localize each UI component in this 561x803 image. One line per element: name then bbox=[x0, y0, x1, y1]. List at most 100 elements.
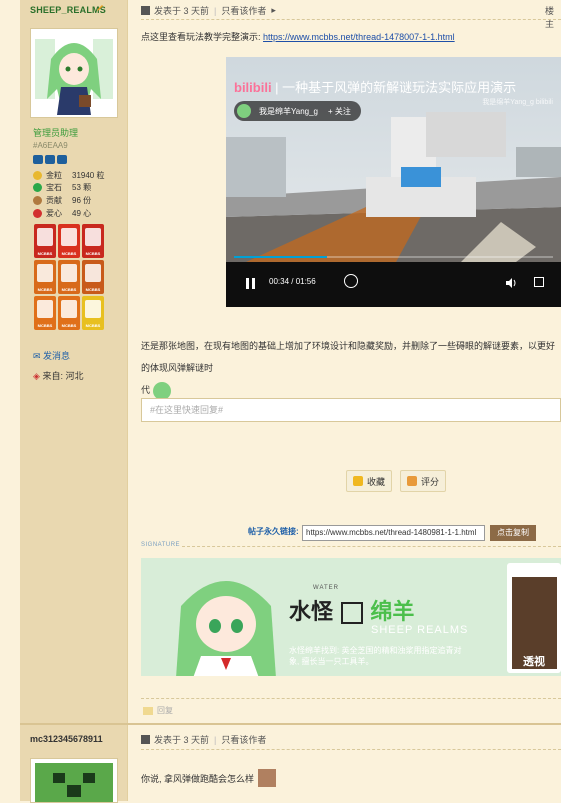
post-time-2: 发表于 3 天前 bbox=[154, 735, 210, 745]
triangle-right-icon[interactable]: ▸ bbox=[271, 5, 276, 16]
author-sidebar bbox=[20, 0, 127, 801]
rank-star-icon bbox=[33, 155, 43, 164]
medal-badge[interactable]: MCBBS bbox=[82, 296, 104, 330]
medal-badge[interactable]: MCBBS bbox=[82, 260, 104, 294]
gem-icon bbox=[33, 183, 42, 193]
medal-icon bbox=[37, 264, 53, 282]
sheep-mascot-image bbox=[176, 581, 276, 676]
medal-badge[interactable]: MCBBS bbox=[58, 260, 80, 294]
signature-label: SIGNATURE bbox=[141, 542, 181, 548]
post-author-icon bbox=[141, 735, 150, 744]
author-username[interactable]: SHEEP_REALMS bbox=[30, 5, 106, 15]
user-stats: 金粒 31940 粒 宝石 53 颗 贡献 96 份 爱心 49 心 bbox=[33, 169, 104, 219]
contribution-icon bbox=[33, 195, 42, 205]
permalink-label: 帖子永久链接: bbox=[248, 527, 299, 536]
video-title: 一种基于风弹的新解谜玩法实际应用演示 bbox=[282, 80, 517, 95]
medal-badge[interactable]: MCBBS bbox=[34, 224, 56, 258]
post-actions: 收藏 评分 bbox=[346, 470, 447, 492]
banner-side-card: 透视 bbox=[507, 563, 561, 673]
medal-icon bbox=[85, 228, 101, 246]
stat-value[interactable]: 96 份 bbox=[72, 195, 91, 206]
stat-row: 金粒 31940 粒 bbox=[33, 169, 104, 182]
rate-button[interactable]: 评分 bbox=[400, 470, 447, 492]
thumb-icon bbox=[407, 476, 418, 486]
post-body-line: 还是那张地图，在现有地图的基础上增加了环境设计和隐藏奖励，并删除了一些碍眼的解谜… bbox=[141, 341, 556, 373]
intro-link[interactable]: https://www.mcbbs.net/thread-1478007-1-1… bbox=[263, 32, 455, 42]
stat-row: 爱心 49 心 bbox=[33, 207, 104, 220]
post-time: 发表于 3 天前 bbox=[154, 6, 210, 16]
user-color-code: #A6EAA9 bbox=[33, 141, 68, 150]
location-text: 来自: 河北 bbox=[42, 371, 84, 381]
user-role: 管理员助理 bbox=[33, 128, 79, 138]
medal-icon bbox=[61, 300, 77, 318]
pencil-icon bbox=[97, 5, 103, 11]
medal-icon bbox=[61, 228, 77, 246]
stat-value[interactable]: 49 心 bbox=[72, 208, 91, 219]
author-username-2[interactable]: mc312345678911 bbox=[30, 734, 103, 744]
send-message-link[interactable]: ✉ 发消息 bbox=[33, 349, 70, 362]
author-avatar-2[interactable] bbox=[30, 758, 118, 803]
medal-badge[interactable]: MCBBS bbox=[58, 296, 80, 330]
intro-line: 点这里查看玩法教学完整演示: https://www.mcbbs.net/thr… bbox=[141, 30, 455, 43]
banner-description: 水怪绵羊找到: 英全芝国的精和浊浆用指定追青对象, 擅长当一只工具羊。 bbox=[289, 646, 462, 666]
reply-icon bbox=[143, 706, 153, 715]
only-author-link-2[interactable]: 只看该作者 bbox=[221, 733, 266, 746]
reply-link[interactable]: 回复 bbox=[143, 705, 173, 716]
signature-banner[interactable]: WATER 水怪 绵羊 SHEEP REALMS 水怪绵羊找到: 英全芝国的精和… bbox=[141, 558, 561, 676]
stat-label: 宝石 bbox=[46, 183, 62, 193]
send-message-label: 发消息 bbox=[43, 351, 71, 361]
uploader-chip[interactable]: 我是绵羊Yang_g + 关注 bbox=[234, 101, 361, 121]
permalink-field[interactable]: https://www.mcbbs.net/thread-1480981-1-1… bbox=[302, 525, 485, 541]
uploader-name: 我是绵羊Yang_g bbox=[259, 106, 318, 116]
post-separator bbox=[20, 723, 561, 725]
medal-badge[interactable]: MCBBS bbox=[82, 224, 104, 258]
stat-value[interactable]: 31940 粒 bbox=[72, 170, 104, 181]
player-face-emoji-icon bbox=[258, 769, 277, 787]
post-author-icon bbox=[141, 6, 150, 15]
medal-badge[interactable]: MCBBS bbox=[34, 260, 56, 294]
stat-label: 贡献 bbox=[46, 195, 62, 205]
rank-stars bbox=[33, 155, 67, 165]
post-body-text: 代 bbox=[141, 385, 151, 395]
heart-icon bbox=[33, 208, 42, 218]
medal-label: MCBBS bbox=[61, 323, 77, 328]
medal-label: MCBBS bbox=[37, 251, 53, 256]
danmaku-icon[interactable] bbox=[344, 274, 358, 288]
follow-button[interactable]: + 关注 bbox=[328, 106, 351, 117]
medal-label: MCBBS bbox=[85, 287, 101, 292]
stat-value[interactable]: 53 颗 bbox=[72, 182, 91, 193]
video-progress-bar[interactable] bbox=[234, 256, 553, 258]
footer-divider bbox=[141, 698, 561, 699]
medal-icon bbox=[37, 228, 53, 246]
medal-icon bbox=[37, 300, 53, 318]
header-divider-2 bbox=[141, 749, 561, 750]
video-player[interactable]: bilibili | 一种基于风弹的新解谜玩法实际应用演示 我是绵羊Yang_g… bbox=[226, 57, 561, 307]
post-message-2: 你说, 拿风弹做跑酷会怎么样 bbox=[141, 773, 255, 784]
fullscreen-icon[interactable] bbox=[534, 277, 544, 287]
floor-label[interactable]: 楼主 bbox=[545, 4, 561, 30]
medal-badge[interactable]: MCBBS bbox=[34, 296, 56, 330]
medal-label: MCBBS bbox=[85, 251, 101, 256]
medal-label: MCBBS bbox=[37, 323, 53, 328]
only-author-link[interactable]: 只看该作者 bbox=[221, 4, 266, 17]
medal-icon bbox=[61, 264, 77, 282]
gold-icon bbox=[33, 170, 42, 180]
meta-separator: | bbox=[214, 5, 217, 16]
volume-icon[interactable] bbox=[505, 277, 517, 289]
stat-row: 贡献 96 份 bbox=[33, 194, 104, 207]
pause-icon[interactable] bbox=[246, 278, 255, 289]
favorite-button[interactable]: 收藏 bbox=[346, 470, 393, 492]
medal-badge[interactable]: MCBBS bbox=[58, 224, 80, 258]
intro-text: 点这里查看玩法教学完整演示: bbox=[141, 32, 261, 42]
post-meta-bar-2: 发表于 3 天前 | 只看该作者 bbox=[141, 733, 266, 746]
location-pin-icon: ◈ bbox=[33, 371, 40, 381]
banner-title-a: 水怪 bbox=[289, 599, 334, 625]
reply-link-label: 回复 bbox=[157, 706, 173, 715]
medal-label: MCBBS bbox=[37, 287, 53, 292]
medal-grid: MCBBS MCBBS MCBBS MCBBS MCBBS MCBBS MCBB… bbox=[34, 224, 104, 330]
uploader-avatar bbox=[237, 104, 251, 118]
author-avatar[interactable] bbox=[30, 28, 118, 118]
copy-link-button[interactable]: 点击复制 bbox=[490, 525, 536, 541]
quick-reply-input[interactable]: #在这里快速回复# bbox=[141, 398, 561, 422]
pickaxe-icon bbox=[340, 602, 363, 624]
